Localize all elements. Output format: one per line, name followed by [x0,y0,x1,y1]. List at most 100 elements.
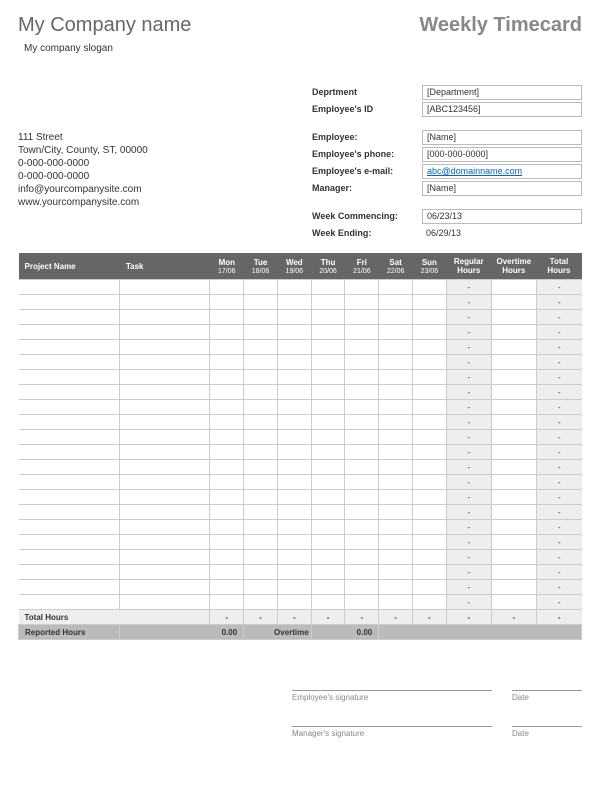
cell-day[interactable] [311,595,345,610]
cell-day[interactable] [379,280,413,295]
cell-day[interactable] [345,385,379,400]
cell-day[interactable] [277,505,311,520]
cell-overtime[interactable] [491,370,536,385]
cell-day[interactable] [413,475,447,490]
cell-task[interactable] [120,415,210,430]
cell-day[interactable] [210,295,244,310]
cell-day[interactable] [413,310,447,325]
cell-day[interactable] [210,280,244,295]
employee-phone-input[interactable]: [000-000-0000] [422,147,582,162]
cell-day[interactable] [413,370,447,385]
cell-task[interactable] [120,520,210,535]
cell-overtime[interactable] [491,490,536,505]
cell-project[interactable] [19,535,120,550]
cell-day[interactable] [345,565,379,580]
cell-day[interactable] [345,370,379,385]
cell-day[interactable] [379,400,413,415]
cell-overtime[interactable] [491,565,536,580]
cell-day[interactable] [413,505,447,520]
cell-overtime[interactable] [491,520,536,535]
cell-day[interactable] [277,430,311,445]
cell-overtime[interactable] [491,580,536,595]
cell-day[interactable] [379,295,413,310]
cell-task[interactable] [120,445,210,460]
cell-day[interactable] [244,415,278,430]
cell-day[interactable] [379,385,413,400]
cell-day[interactable] [413,385,447,400]
cell-day[interactable] [210,445,244,460]
cell-day[interactable] [345,325,379,340]
cell-project[interactable] [19,400,120,415]
cell-day[interactable] [244,430,278,445]
cell-day[interactable] [379,340,413,355]
cell-project[interactable] [19,565,120,580]
cell-project[interactable] [19,340,120,355]
cell-day[interactable] [311,400,345,415]
cell-task[interactable] [120,280,210,295]
cell-day[interactable] [345,415,379,430]
cell-project[interactable] [19,310,120,325]
cell-task[interactable] [120,295,210,310]
cell-day[interactable] [413,430,447,445]
cell-overtime[interactable] [491,280,536,295]
cell-day[interactable] [413,340,447,355]
cell-day[interactable] [210,355,244,370]
cell-day[interactable] [311,325,345,340]
cell-project[interactable] [19,550,120,565]
cell-day[interactable] [210,325,244,340]
cell-project[interactable] [19,415,120,430]
cell-day[interactable] [210,475,244,490]
cell-day[interactable] [311,295,345,310]
cell-day[interactable] [210,595,244,610]
department-input[interactable]: [Department] [422,85,582,100]
cell-day[interactable] [311,490,345,505]
cell-day[interactable] [210,310,244,325]
cell-day[interactable] [210,400,244,415]
cell-day[interactable] [379,310,413,325]
cell-day[interactable] [413,535,447,550]
cell-day[interactable] [244,595,278,610]
cell-day[interactable] [379,430,413,445]
cell-day[interactable] [311,535,345,550]
cell-day[interactable] [345,520,379,535]
cell-day[interactable] [413,595,447,610]
cell-day[interactable] [345,550,379,565]
cell-day[interactable] [413,445,447,460]
cell-day[interactable] [345,430,379,445]
employee-email-input[interactable]: abc@domainname.com [422,164,582,179]
cell-day[interactable] [311,370,345,385]
cell-day[interactable] [244,280,278,295]
cell-day[interactable] [244,490,278,505]
cell-project[interactable] [19,355,120,370]
cell-task[interactable] [120,550,210,565]
cell-day[interactable] [210,385,244,400]
cell-day[interactable] [244,460,278,475]
cell-day[interactable] [379,550,413,565]
cell-project[interactable] [19,370,120,385]
cell-overtime[interactable] [491,505,536,520]
cell-day[interactable] [277,310,311,325]
cell-task[interactable] [120,535,210,550]
cell-day[interactable] [244,565,278,580]
cell-day[interactable] [244,550,278,565]
cell-day[interactable] [244,325,278,340]
cell-day[interactable] [311,550,345,565]
cell-day[interactable] [244,340,278,355]
cell-day[interactable] [210,550,244,565]
cell-day[interactable] [277,385,311,400]
cell-day[interactable] [311,505,345,520]
cell-day[interactable] [413,325,447,340]
cell-overtime[interactable] [491,430,536,445]
cell-overtime[interactable] [491,340,536,355]
cell-task[interactable] [120,430,210,445]
cell-day[interactable] [413,280,447,295]
cell-task[interactable] [120,490,210,505]
cell-day[interactable] [277,355,311,370]
cell-overtime[interactable] [491,400,536,415]
cell-task[interactable] [120,310,210,325]
cell-day[interactable] [244,385,278,400]
cell-project[interactable] [19,595,120,610]
cell-overtime[interactable] [491,445,536,460]
cell-project[interactable] [19,490,120,505]
cell-project[interactable] [19,505,120,520]
